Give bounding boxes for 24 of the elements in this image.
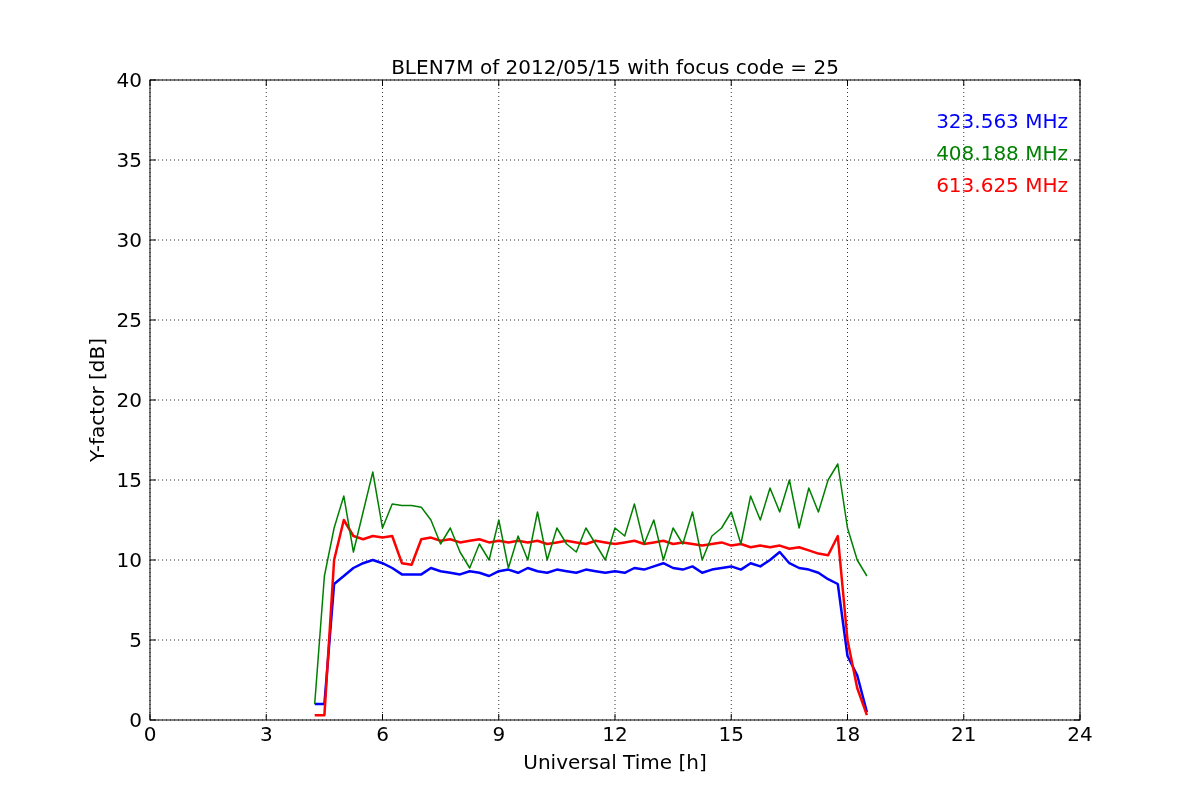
y-tick-label: 10: [116, 548, 142, 572]
x-tick-label: 9: [492, 722, 506, 746]
y-tick-label: 5: [129, 628, 142, 652]
y-tick-label: 25: [116, 308, 142, 332]
x-tick-label: 21: [951, 722, 977, 746]
y-tick-label: 30: [116, 228, 142, 252]
y-tick-label: 20: [116, 388, 142, 412]
y-tick-label: 35: [116, 148, 142, 172]
y-tick-label: 0: [129, 708, 142, 732]
x-tick-label: 6: [376, 722, 389, 746]
x-tick-label: 3: [259, 722, 273, 746]
x-tick-label: 15: [718, 722, 744, 746]
legend-label: 613.625 MHz: [936, 173, 1068, 197]
chart-title: BLEN7M of 2012/05/15 with focus code = 25: [391, 55, 839, 79]
legend-label: 408.188 MHz: [936, 141, 1068, 165]
x-tick-label: 24: [1067, 722, 1093, 746]
y-tick-label: 40: [116, 68, 142, 92]
y-axis-label: Y-factor [dB]: [85, 338, 109, 462]
legend-label: 323.563 MHz: [936, 109, 1068, 133]
x-tick-label: 12: [602, 722, 628, 746]
x-axis-label: Universal Time [h]: [523, 750, 707, 774]
x-tick-label: 18: [834, 722, 861, 746]
y-tick-label: 15: [116, 468, 142, 492]
x-tick-label: 0: [143, 722, 157, 746]
